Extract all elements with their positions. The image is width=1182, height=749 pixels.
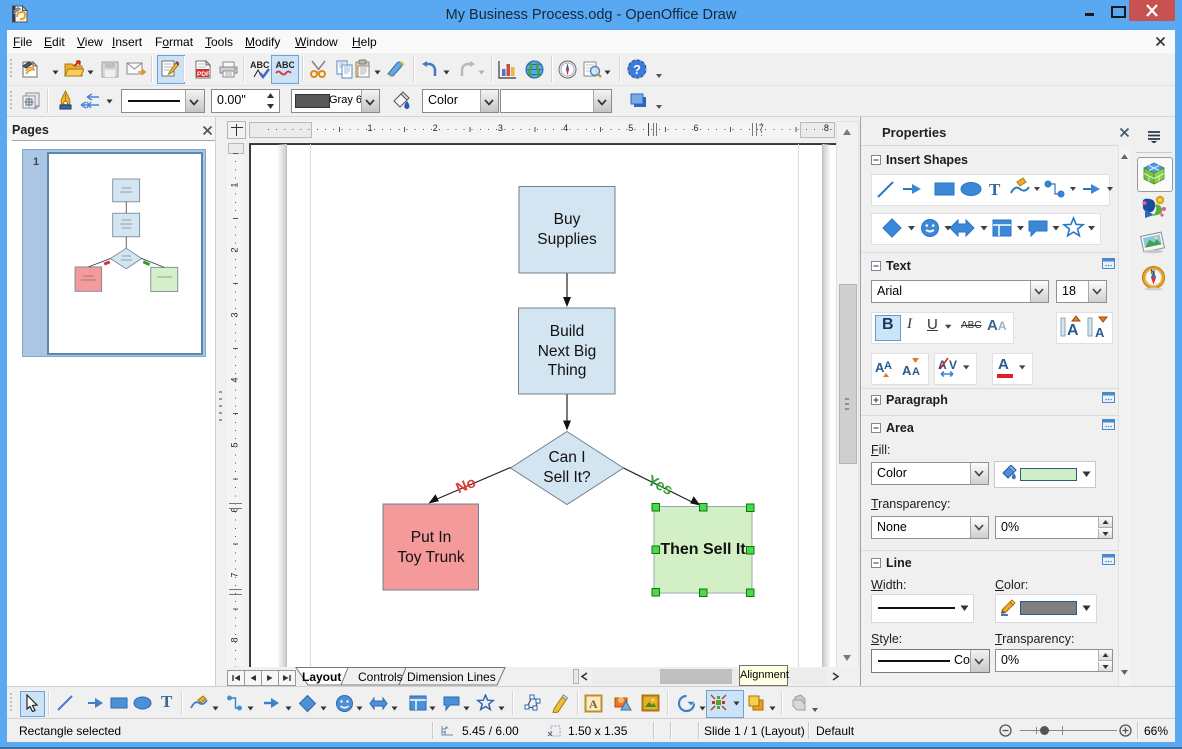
svg-text:ABC: ABC (250, 60, 270, 70)
svg-text:ABC: ABC (276, 60, 295, 70)
svg-text:A: A (912, 366, 920, 378)
svg-text:T: T (989, 180, 1001, 199)
svg-text:A: A (902, 363, 912, 378)
svg-text:A: A (1095, 325, 1105, 339)
svg-text:A: A (1067, 322, 1079, 339)
svg-text:A: A (884, 360, 892, 372)
svg-text:V: V (949, 358, 957, 372)
svg-text:N: N (1151, 270, 1155, 276)
svg-text:PDF: PDF (197, 71, 210, 78)
svg-text:?: ? (633, 62, 641, 77)
svg-text:A: A (589, 697, 598, 711)
